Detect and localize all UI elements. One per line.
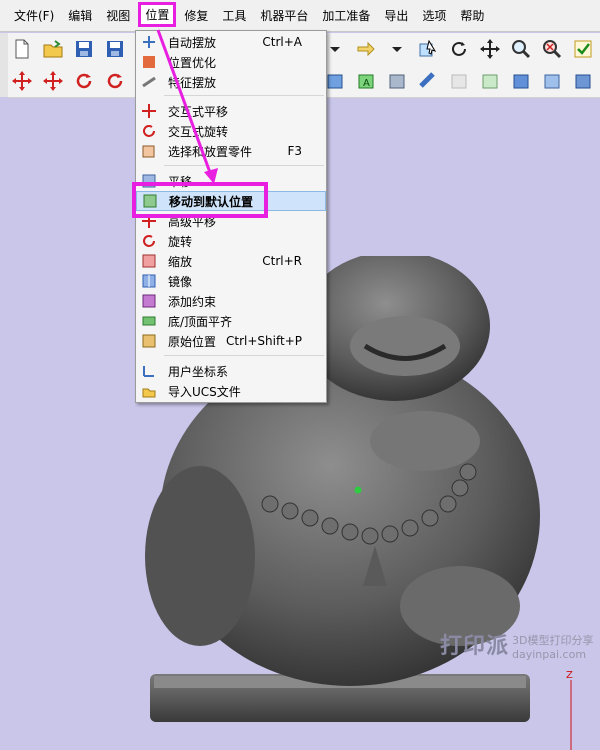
menu-item-interactive-translate[interactable]: 交互式平移 — [136, 101, 326, 121]
menu-item-optimize-position[interactable]: 位置优化 — [136, 52, 326, 72]
move-part-icon[interactable] — [8, 68, 36, 94]
new-file-icon[interactable] — [8, 36, 36, 62]
save-as-icon[interactable] — [101, 36, 129, 62]
interactive-translate-icon — [139, 101, 159, 121]
menu-item-select-place[interactable]: 选择和放置零件 F3 — [136, 141, 326, 161]
part-green-icon[interactable]: A — [352, 68, 380, 94]
menu-export[interactable]: 导出 — [378, 4, 414, 27]
menu-file[interactable]: 文件(F) — [8, 4, 60, 27]
checklist-icon[interactable] — [569, 36, 597, 62]
rotate-icon — [139, 231, 159, 251]
watermark-tagline: 3D模型打印分享 — [512, 634, 594, 647]
rotate-part-icon[interactable] — [70, 68, 98, 94]
auto-place-icon — [139, 32, 159, 52]
svg-text:A: A — [363, 78, 370, 89]
redo-arrow-icon[interactable] — [352, 36, 380, 62]
menu-view[interactable]: 视图 — [100, 4, 136, 27]
feature-place-icon — [139, 72, 159, 92]
watermark-url: dayinpai.com — [512, 648, 587, 661]
mirror-icon — [139, 271, 159, 291]
highlight-box — [132, 182, 268, 218]
translate-part-icon[interactable] — [39, 68, 67, 94]
zoom-icon[interactable] — [507, 36, 535, 62]
original-position-icon — [139, 331, 159, 351]
menu-item-auto-place[interactable]: 自动摆放 Ctrl+A — [136, 32, 326, 52]
menu-item-align-bottom-top[interactable]: 底/顶面平齐 — [136, 311, 326, 331]
history-dropdown-icon[interactable] — [383, 36, 411, 62]
menu-options[interactable]: 选项 — [416, 4, 452, 27]
scale-icon — [139, 251, 159, 271]
interactive-rotate-icon — [139, 121, 159, 141]
rotate-view-icon[interactable] — [445, 36, 473, 62]
part-link-icon[interactable] — [414, 68, 442, 94]
part-cube-icon[interactable] — [538, 68, 566, 94]
ucs-icon — [139, 361, 159, 381]
import-ucs-icon — [139, 381, 159, 401]
open-folder-icon[interactable] — [39, 36, 67, 62]
menu-item-constraint[interactable]: 添加约束 — [136, 291, 326, 311]
rotate-part-2-icon[interactable] — [101, 68, 129, 94]
menu-edit[interactable]: 编辑 — [62, 4, 98, 27]
watermark-logo: 打印派 — [440, 634, 510, 659]
menu-help[interactable]: 帮助 — [454, 4, 490, 27]
menu-repair[interactable]: 修复 — [178, 4, 214, 27]
select-part-icon[interactable] — [414, 36, 442, 62]
menu-item-original-position[interactable]: 原始位置 Ctrl+Shift+P — [136, 331, 326, 351]
menu-machine-platform[interactable]: 机器平台 — [254, 4, 314, 27]
part-cube-blue-icon[interactable] — [507, 68, 535, 94]
part-faded-icon[interactable] — [445, 68, 473, 94]
part-cube-green-icon[interactable] — [476, 68, 504, 94]
zoom-window-icon[interactable] — [538, 36, 566, 62]
menubar: 文件(F) 编辑 视图 位置 修复 工具 机器平台 加工准备 导出 选项 帮助 — [0, 0, 600, 32]
menu-item-interactive-rotate[interactable]: 交互式旋转 — [136, 121, 326, 141]
pan-view-icon[interactable] — [476, 36, 504, 62]
menu-item-ucs[interactable]: 用户坐标系 — [136, 361, 326, 381]
menu-tools[interactable]: 工具 — [216, 4, 252, 27]
menu-item-rotate[interactable]: 旋转 — [136, 231, 326, 251]
part-gray-icon[interactable] — [383, 68, 411, 94]
menu-item-feature-place[interactable]: 特征摆放 — [136, 72, 326, 92]
menu-position[interactable]: 位置 — [138, 2, 177, 27]
part-view-icon[interactable] — [569, 68, 597, 94]
constraint-icon — [139, 291, 159, 311]
menu-item-import-ucs[interactable]: 导入UCS文件 — [136, 381, 326, 401]
menu-item-mirror[interactable]: 镜像 — [136, 271, 326, 291]
menu-item-scale[interactable]: 缩放 Ctrl+R — [136, 251, 326, 271]
save-icon[interactable] — [70, 36, 98, 62]
select-place-icon — [139, 141, 159, 161]
menu-build-prep[interactable]: 加工准备 — [316, 4, 376, 27]
optimize-position-icon — [139, 52, 159, 72]
align-bottom-top-icon — [139, 311, 159, 331]
